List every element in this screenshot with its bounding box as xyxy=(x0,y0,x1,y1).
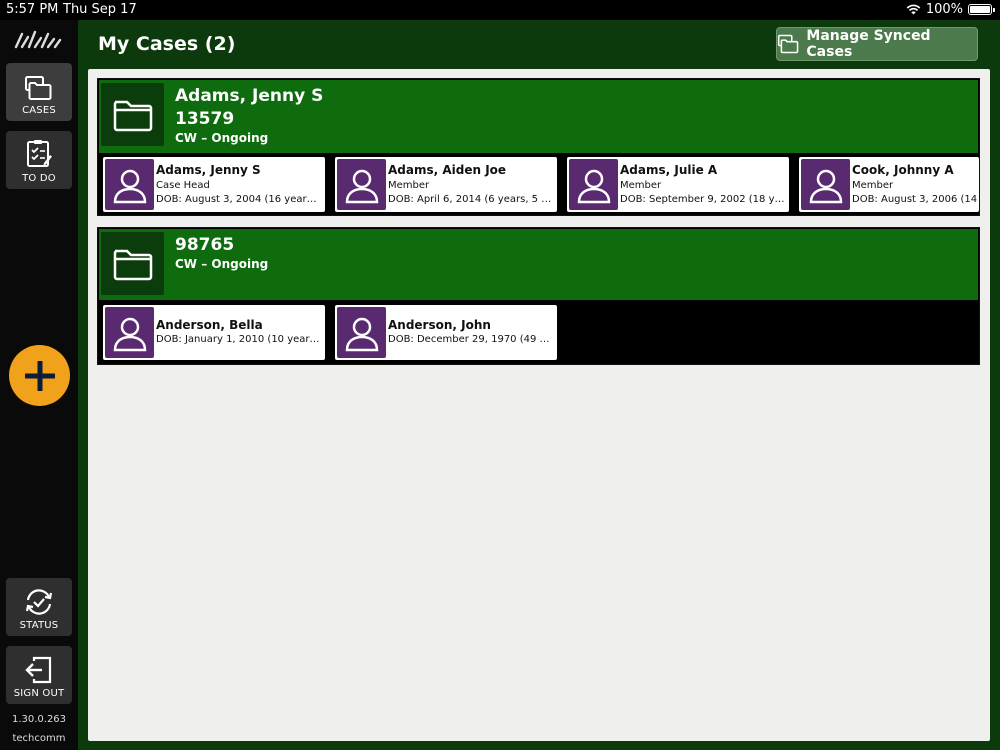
member-role: Member xyxy=(852,180,894,191)
cases-icon xyxy=(777,34,799,54)
environment-name: techcomm xyxy=(12,733,66,744)
case-card[interactable]: 98765 CW – Ongoing Anderson, Bella DOB: … xyxy=(97,227,980,365)
page-title: My Cases (2) xyxy=(98,33,236,55)
nav-status-label: STATUS xyxy=(19,620,59,631)
app-logo-icon xyxy=(14,30,62,49)
status-bar: 5:57 PM Thu Sep 17 100% xyxy=(0,0,1000,20)
case-header[interactable]: Adams, Jenny S 13579 CW – Ongoing xyxy=(99,80,978,153)
battery-percent: 100% xyxy=(925,2,963,17)
nav-sign-out-label: SIGN OUT xyxy=(13,688,65,699)
member-name: Anderson, John xyxy=(388,318,491,332)
nav-cases-button[interactable]: CASES xyxy=(6,63,72,121)
member-name: Cook, Johnny A xyxy=(852,163,954,177)
main-panel: My Cases (2) Manage Synced Cases Adams, … xyxy=(78,20,1000,750)
person-avatar-icon xyxy=(105,307,154,358)
sync-status-icon xyxy=(25,589,53,615)
case-number: 13579 xyxy=(175,109,235,129)
battery-icon xyxy=(968,4,995,15)
member-dob: DOB: August 3, 2004 (16 years, 1... xyxy=(156,194,321,205)
member-dob: DOB: April 6, 2014 (6 years, 5 m... xyxy=(388,194,553,205)
case-number: 98765 xyxy=(175,235,235,255)
member-dob: DOB: September 9, 2002 (18 yea... xyxy=(620,194,785,205)
case-member-card[interactable]: Anderson, Bella DOB: January 1, 2010 (10… xyxy=(103,305,325,360)
member-name: Anderson, Bella xyxy=(156,318,263,332)
member-dob: DOB: January 1, 2010 (10 years,... xyxy=(156,334,321,345)
person-avatar-icon xyxy=(105,159,154,210)
person-avatar-icon xyxy=(801,159,850,210)
member-dob: DOB: August 3, 2006 (14 yea xyxy=(852,194,979,205)
case-member-card[interactable]: Adams, Aiden Joe Member DOB: April 6, 20… xyxy=(335,157,557,212)
case-status: CW – Ongoing xyxy=(175,131,269,145)
member-name: Adams, Jenny S xyxy=(156,163,261,177)
status-date: Thu Sep 17 xyxy=(63,2,137,17)
member-name: Adams, Aiden Joe xyxy=(388,163,507,177)
case-head-name: Adams, Jenny S xyxy=(175,86,324,106)
member-name: Adams, Julie A xyxy=(620,163,718,177)
status-time: 5:57 PM xyxy=(6,2,59,17)
cases-icon xyxy=(25,76,52,100)
sign-out-icon xyxy=(25,656,52,684)
plus-icon xyxy=(24,360,55,391)
app-version: 1.30.0.263 xyxy=(11,714,67,725)
case-member-card[interactable]: Cook, Johnny A Member DOB: August 3, 200… xyxy=(799,157,979,212)
case-member-card[interactable]: Adams, Julie A Member DOB: September 9, … xyxy=(567,157,789,212)
add-case-button[interactable] xyxy=(9,345,70,406)
case-header[interactable]: 98765 CW – Ongoing xyxy=(99,229,978,300)
member-role: Case Head xyxy=(156,180,210,191)
member-role: Member xyxy=(620,180,662,191)
cases-list: Adams, Jenny S 13579 CW – Ongoing Adams,… xyxy=(88,69,990,741)
manage-synced-cases-label: Manage Synced Cases xyxy=(806,28,931,60)
nav-sign-out-button[interactable]: SIGN OUT xyxy=(6,646,72,704)
case-status: CW – Ongoing xyxy=(175,257,269,271)
wifi-icon xyxy=(906,4,921,15)
person-avatar-icon xyxy=(569,159,618,210)
todo-icon xyxy=(27,140,52,167)
nav-todo-label: TO DO xyxy=(22,173,56,184)
case-card[interactable]: Adams, Jenny S 13579 CW – Ongoing Adams,… xyxy=(97,78,980,216)
person-avatar-icon xyxy=(337,307,386,358)
member-dob: DOB: December 29, 1970 (49 ye... xyxy=(388,334,553,345)
member-role: Member xyxy=(388,180,430,191)
manage-synced-cases-button[interactable]: Manage Synced Cases xyxy=(776,27,978,61)
person-avatar-icon xyxy=(337,159,386,210)
nav-cases-label: CASES xyxy=(22,105,56,116)
case-member-card[interactable]: Anderson, John DOB: December 29, 1970 (4… xyxy=(335,305,557,360)
case-member-card[interactable]: Adams, Jenny S Case Head DOB: August 3, … xyxy=(103,157,325,212)
nav-todo-button[interactable]: TO DO xyxy=(6,131,72,189)
sidebar: CASES TO DO STATUS SIGN OUT 1.30.0.263 t… xyxy=(0,20,78,750)
folder-icon xyxy=(101,83,164,146)
folder-icon xyxy=(101,232,164,295)
nav-status-button[interactable]: STATUS xyxy=(6,578,72,636)
